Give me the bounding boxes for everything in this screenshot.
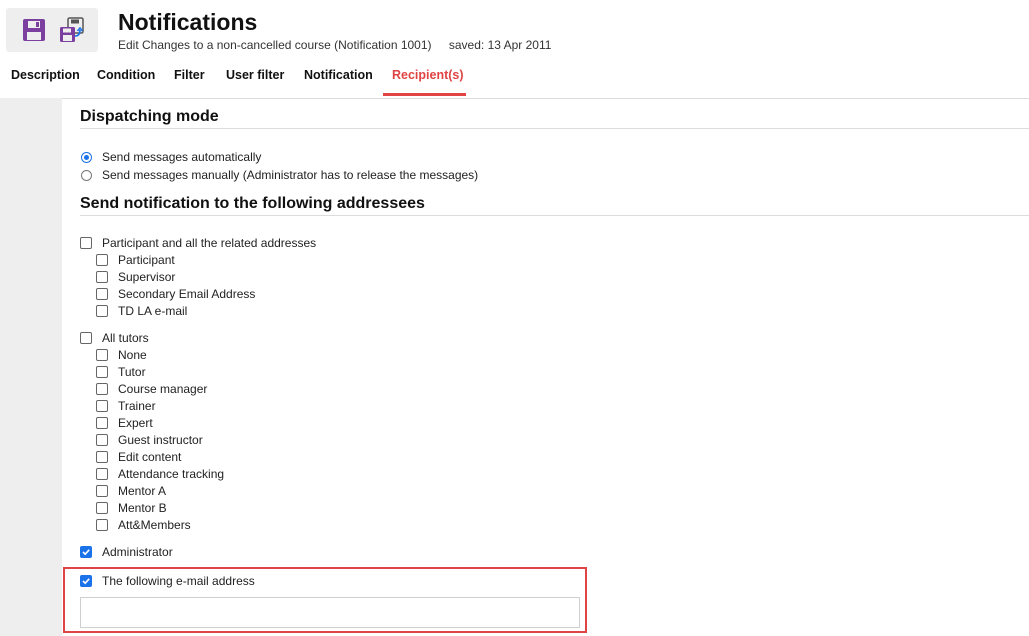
checkbox-checked[interactable] (80, 546, 92, 558)
checkbox-label: The following e-mail address (102, 574, 255, 588)
toolbar (6, 8, 98, 52)
checkbox[interactable] (96, 485, 108, 497)
checkbox-course-manager[interactable]: Course manager (96, 381, 207, 397)
checkbox-label: Mentor A (118, 484, 167, 498)
checkbox-att-members[interactable]: Att&Members (96, 517, 191, 533)
checkbox-label: Course manager (118, 382, 208, 396)
checkbox-following-email[interactable]: The following e-mail address (80, 573, 255, 589)
save-as-icon[interactable] (58, 16, 86, 44)
tab-filter[interactable]: Filter (164, 67, 215, 83)
checkbox-label: Tutor (118, 365, 146, 379)
checkbox[interactable] (96, 288, 108, 300)
checkbox[interactable] (96, 434, 108, 446)
tab-notification[interactable]: Notification (294, 67, 383, 83)
checkbox-label: Participant (118, 253, 175, 267)
tab-bar: Description Condition Filter User filter… (0, 60, 1029, 99)
left-gutter (0, 98, 62, 636)
notification-description: Edit Changes to a non-cancelled course (… (118, 38, 432, 52)
page-title: Notifications (118, 9, 258, 35)
checkbox-edit-content[interactable]: Edit content (96, 449, 181, 465)
checkbox-tutor[interactable]: Tutor (96, 364, 146, 380)
checkbox-mentor-b[interactable]: Mentor B (96, 500, 167, 516)
checkbox[interactable] (96, 468, 108, 480)
active-tab-indicator (383, 93, 466, 96)
checkbox[interactable] (96, 383, 108, 395)
floppy-disk-icon[interactable] (20, 16, 48, 44)
tab-recipients[interactable]: Recipient(s) (382, 67, 474, 83)
checkbox-label: None (118, 348, 147, 362)
checkbox-administrator[interactable]: Administrator (80, 544, 173, 560)
checkbox-label: Edit content (118, 450, 182, 464)
checkbox-label: Guest instructor (118, 433, 203, 447)
checkbox[interactable] (80, 237, 92, 249)
checkbox-mentor-a[interactable]: Mentor A (96, 483, 166, 499)
checkbox-participant-group[interactable]: Participant and all the related addresse… (80, 235, 316, 251)
checkbox-label: TD LA e-mail (118, 304, 188, 318)
radio-send-manually[interactable]: Send messages manually (Administrator ha… (81, 167, 478, 183)
checkbox-guest-instructor[interactable]: Guest instructor (96, 432, 203, 448)
saved-date: saved: 13 Apr 2011 (448, 38, 552, 52)
checkbox-all-tutors[interactable]: All tutors (80, 330, 149, 346)
email-address-input[interactable] (80, 597, 580, 628)
checkbox-label: Administrator (102, 545, 173, 559)
checkbox-trainer[interactable]: Trainer (96, 398, 156, 414)
dispatching-mode-title: Dispatching mode (80, 108, 219, 125)
checkbox[interactable] (96, 254, 108, 266)
radio-label: Send messages automatically (102, 150, 262, 164)
checkbox[interactable] (96, 400, 108, 412)
checkbox[interactable] (96, 502, 108, 514)
checkbox-none[interactable]: None (96, 347, 147, 363)
checkbox-label: Secondary Email Address (118, 287, 256, 301)
radio-send-automatically[interactable]: Send messages automatically (81, 149, 261, 165)
checkbox-supervisor[interactable]: Supervisor (96, 269, 175, 285)
checkbox-secondary-email[interactable]: Secondary Email Address (96, 286, 255, 302)
radio-button[interactable] (81, 169, 92, 181)
tab-condition[interactable]: Condition (87, 67, 165, 83)
checkbox[interactable] (96, 451, 108, 463)
checkbox[interactable] (96, 366, 108, 378)
section-divider (80, 128, 1029, 129)
checkbox-label: Mentor B (118, 501, 167, 515)
checkbox[interactable] (96, 417, 108, 429)
tab-description[interactable]: Description (1, 67, 90, 83)
checkbox-td-la-email[interactable]: TD LA e-mail (96, 303, 187, 319)
addressees-title: Send notification to the following addre… (80, 195, 425, 212)
checkbox-label: Participant and all the related addresse… (102, 236, 317, 250)
checkbox-label: Trainer (118, 399, 156, 413)
checkbox-label: Expert (118, 416, 153, 430)
checkbox-label: Supervisor (118, 270, 176, 284)
checkbox-label: Att&Members (118, 518, 191, 532)
radio-button-selected[interactable] (81, 151, 92, 163)
checkbox-expert[interactable]: Expert (96, 415, 153, 431)
checkbox[interactable] (96, 271, 108, 283)
checkbox[interactable] (96, 305, 108, 317)
section-divider (80, 215, 1029, 216)
checkbox-label: All tutors (102, 331, 149, 345)
tab-user-filter[interactable]: User filter (216, 67, 294, 83)
checkbox-label: Attendance tracking (118, 467, 225, 481)
page-subtitle: Edit Changes to a non-cancelled course (… (118, 38, 551, 52)
checkbox[interactable] (80, 332, 92, 344)
checkbox-attendance-tracking[interactable]: Attendance tracking (96, 466, 224, 482)
checkbox[interactable] (96, 519, 108, 531)
checkbox-checked[interactable] (80, 575, 92, 587)
checkbox[interactable] (96, 349, 108, 361)
checkbox-participant[interactable]: Participant (96, 252, 175, 268)
radio-label: Send messages manually (Administrator ha… (102, 168, 479, 182)
